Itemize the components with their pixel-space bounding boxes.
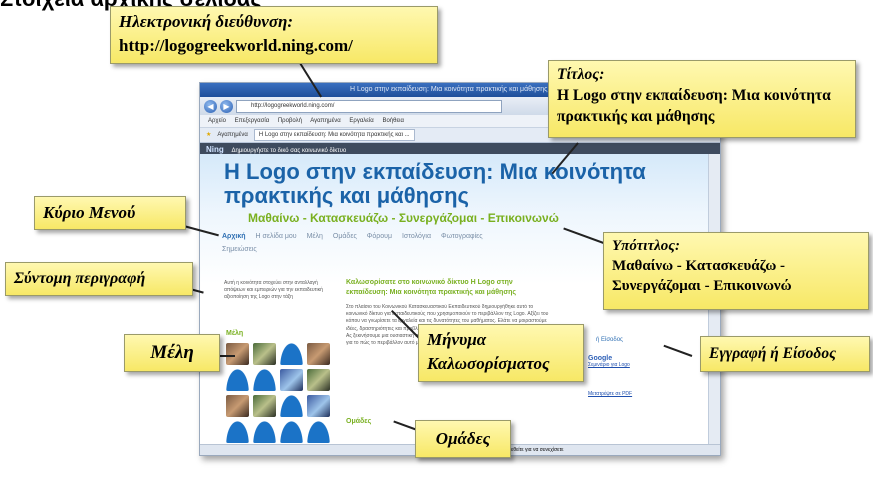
nav-my-page[interactable]: Η σελίδα μου (256, 233, 297, 240)
member-avatar[interactable] (226, 395, 249, 417)
menu-file[interactable]: Αρχείο (208, 118, 226, 124)
callout-title: Τίτλος: Η Logo στην εκπαίδευση: Μια κοιν… (548, 60, 856, 138)
member-avatar[interactable] (280, 343, 303, 365)
member-avatar[interactable] (280, 395, 303, 417)
welcome-title: Καλωσορίσατε στο κοινωνικό δίκτυο Η Logo… (346, 279, 517, 296)
groups-label[interactable]: Ομάδες (346, 418, 371, 425)
favorites-button[interactable]: Αγαπημένα (217, 128, 247, 142)
nav-groups[interactable]: Ομάδες (333, 233, 357, 240)
member-avatar[interactable] (307, 369, 330, 391)
google-link[interactable]: Σεμινάριο για Logo (588, 362, 688, 369)
callout-main-menu: Κύριο Μενού (34, 196, 186, 230)
member-avatar[interactable] (280, 421, 303, 443)
callout-welcome: Μήνυμα Καλωσορίσματος (418, 324, 584, 382)
member-avatar[interactable] (253, 395, 276, 417)
members-label[interactable]: Μέλη (226, 330, 243, 337)
ning-logo[interactable]: Ning (206, 145, 224, 154)
nav-members[interactable]: Μέλη (307, 233, 323, 240)
site-description: Αυτή η κοινότητα στοχεύει στην ανταλλαγή… (224, 280, 323, 300)
nav-forum[interactable]: Φόρουμ (367, 233, 392, 240)
member-avatar[interactable] (280, 369, 303, 391)
member-avatar[interactable] (253, 369, 276, 391)
google-ads: Google Σεμινάριο για Logo Μετατρέψτε σε … (588, 355, 688, 435)
member-avatar[interactable] (226, 369, 249, 391)
browser-tab[interactable]: Η Logo στην εκπαίδευση: Μια κοινότητα πρ… (253, 129, 415, 141)
google-label: Google (588, 355, 613, 362)
callout-address: Ηλεκτρονική διεύθυνση: http://logogreekw… (110, 6, 438, 64)
nav-notes[interactable]: Σημειώσεις (222, 246, 257, 253)
members-grid (226, 343, 331, 443)
nav-photos[interactable]: Φωτογραφίες (441, 233, 483, 240)
nav-home[interactable]: Αρχική (222, 233, 246, 240)
menu-view[interactable]: Προβολή (278, 118, 302, 124)
nav-blogs[interactable]: Ιστολόγια (402, 233, 431, 240)
callout-subtitle-label: Υπότιτλος: (612, 238, 680, 254)
login-link[interactable]: ή Είσοδος (596, 337, 623, 343)
menu-favorites[interactable]: Αγαπημένα (310, 118, 340, 124)
menu-help[interactable]: Βοήθεια (382, 118, 404, 124)
callout-address-value: http://logogreekworld.ning.com/ (119, 36, 353, 55)
callout-members: Μέλη (124, 334, 220, 372)
callout-short-description: Σύντομη περιγραφή (5, 262, 193, 296)
site-main-menu: Αρχική Η σελίδα μου Μέλη Ομάδες Φόρουμ Ι… (222, 233, 491, 240)
menu-tools[interactable]: Εργαλεία (349, 118, 373, 124)
callout-title-value: Η Logo στην εκπαίδευση: Μια κοινότητα πρ… (557, 87, 831, 125)
member-avatar[interactable] (307, 421, 330, 443)
callout-subtitle-value: Μαθαίνω - Κατασκευάζω - Συνεργάζομαι - Ε… (612, 258, 792, 294)
member-avatar[interactable] (307, 343, 330, 365)
menu-edit[interactable]: Επεξεργασία (235, 118, 270, 124)
address-bar[interactable]: http://logogreekworld.ning.com/ (236, 99, 502, 113)
member-avatar[interactable] (253, 421, 276, 443)
google-link[interactable]: Μετατρέψτε σε PDF (588, 391, 688, 398)
site-subtitle: Μαθαίνω - Κατασκευάζω - Συνεργάζομαι - Ε… (248, 211, 559, 225)
member-avatar[interactable] (226, 343, 249, 365)
callout-signup: Εγγραφή ή Είσοδος (700, 336, 870, 372)
back-icon[interactable]: ◀ (204, 99, 217, 113)
callout-title-label: Τίτλος: (557, 66, 605, 83)
forward-icon[interactable]: ▶ (220, 99, 233, 113)
member-avatar[interactable] (253, 343, 276, 365)
star-icon[interactable]: ★ (206, 128, 211, 142)
member-avatar[interactable] (307, 395, 330, 417)
site-title: Η Logo στην εκπαίδευση: Μια κοινότητα πρ… (224, 159, 646, 208)
callout-address-title: Ηλεκτρονική διεύθυνση: (119, 12, 293, 31)
callout-subtitle: Υπότιτλος: Μαθαίνω - Κατασκευάζω - Συνερ… (603, 232, 869, 310)
member-avatar[interactable] (226, 421, 249, 443)
callout-groups: Ομάδες (415, 420, 511, 458)
